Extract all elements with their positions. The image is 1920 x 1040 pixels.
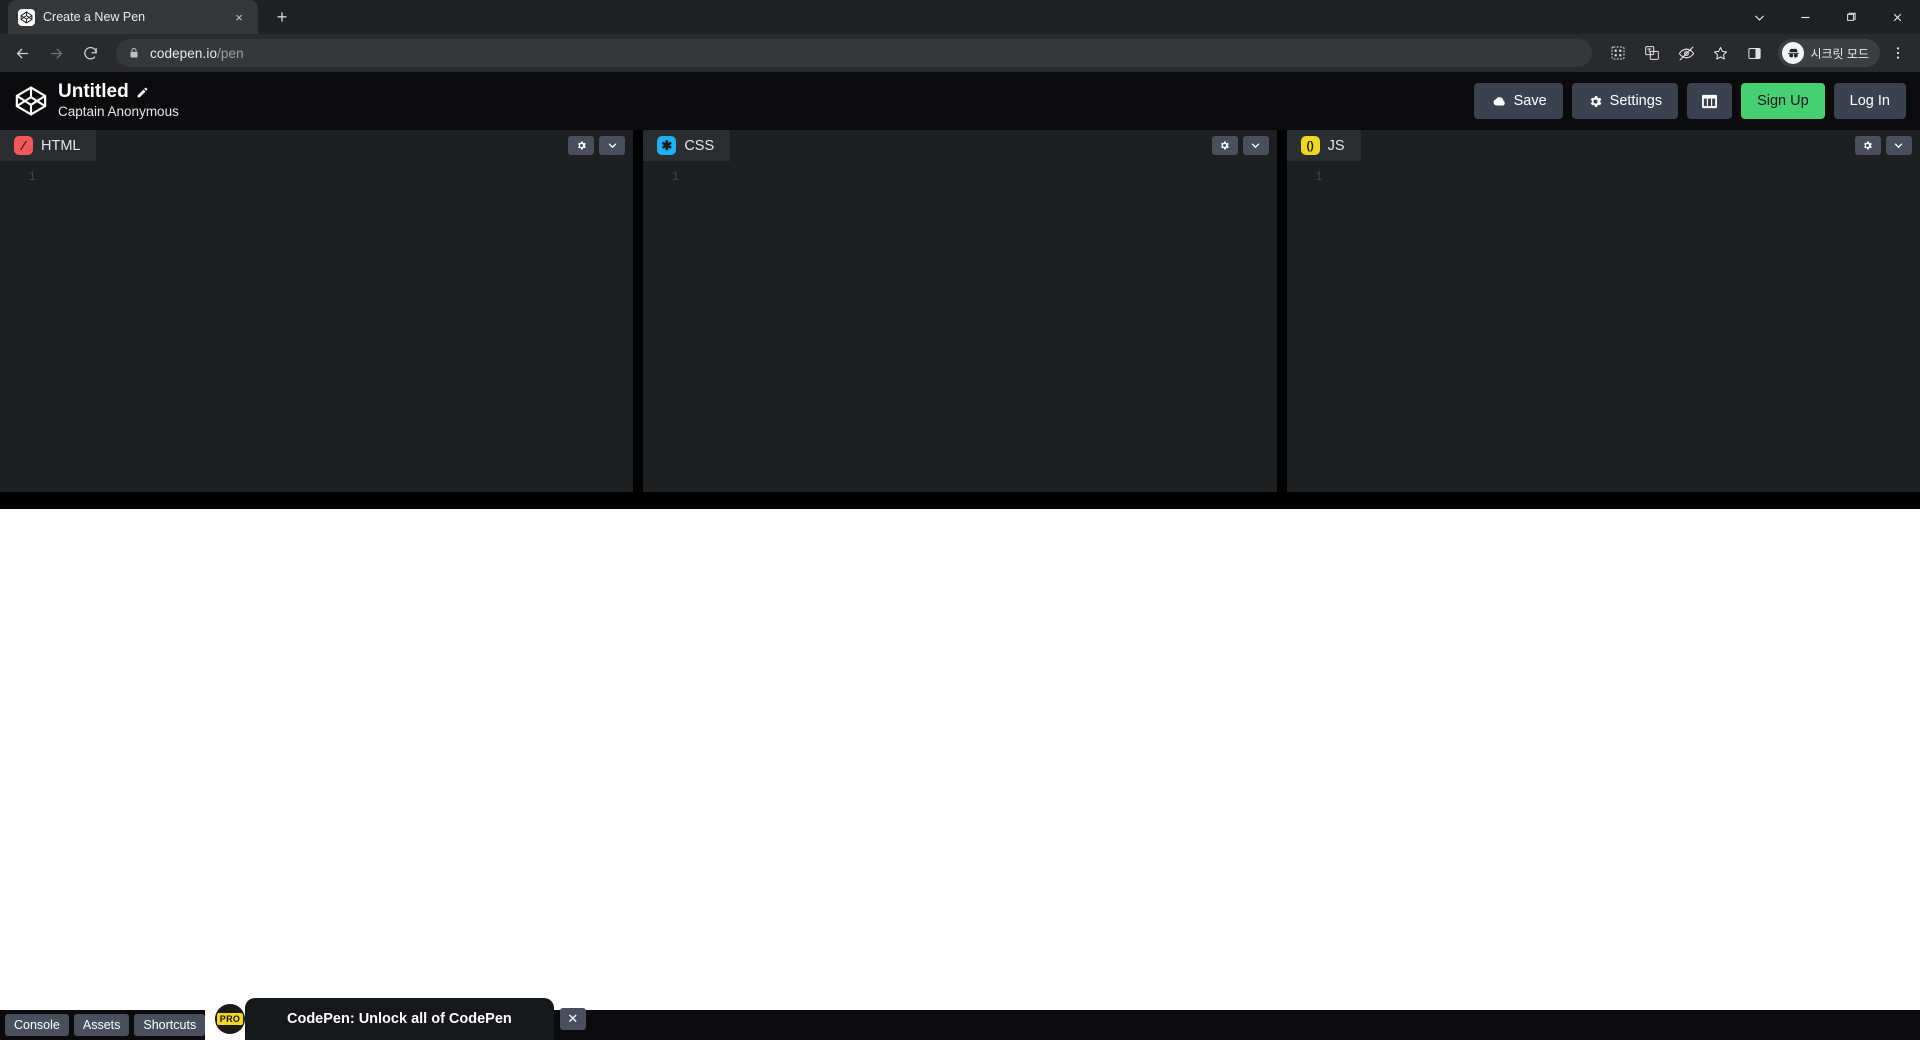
pen-meta: Untitled Captain Anonymous bbox=[58, 81, 179, 120]
address-bar[interactable]: codepen.io/pen bbox=[116, 39, 1593, 67]
maximize-icon[interactable] bbox=[1828, 0, 1874, 34]
browser-navigation-bar: codepen.io/pen 시크릿 모드 bbox=[0, 34, 1920, 72]
console-button[interactable]: Console bbox=[5, 1014, 69, 1036]
editor-panes: ∕ HTML 1 ✱ CSS 1 () JS 1 bbox=[0, 130, 1920, 492]
css-icon: ✱ bbox=[657, 136, 677, 155]
browser-tab-title: Create a New Pen bbox=[43, 10, 146, 24]
layout-button[interactable] bbox=[1687, 83, 1733, 119]
js-code-area[interactable]: 1 bbox=[1286, 161, 1920, 492]
save-button-label: Save bbox=[1513, 93, 1547, 109]
css-code-area[interactable]: 1 bbox=[643, 161, 1277, 492]
chevron-down-icon[interactable] bbox=[599, 136, 626, 155]
reload-icon[interactable] bbox=[74, 37, 106, 69]
editor-preview-divider[interactable] bbox=[0, 492, 1920, 509]
js-pane-tools bbox=[1854, 136, 1920, 155]
js-line-number: 1 bbox=[1314, 169, 1323, 184]
pane-resize-handle[interactable] bbox=[633, 130, 644, 492]
minimize-icon[interactable] bbox=[1782, 0, 1828, 34]
tab-html[interactable]: ∕ HTML bbox=[0, 130, 97, 161]
browser-tab-strip: Create a New Pen × + bbox=[0, 0, 1920, 34]
codepen-logo-icon[interactable] bbox=[14, 84, 48, 118]
js-editor-pane: () JS 1 bbox=[1286, 130, 1920, 492]
pen-header: Untitled Captain Anonymous Save Settings… bbox=[0, 72, 1920, 130]
translate-icon[interactable] bbox=[1636, 37, 1668, 69]
incognito-icon bbox=[1782, 42, 1805, 64]
qr-code-icon[interactable] bbox=[1602, 37, 1634, 69]
tab-close-icon[interactable]: × bbox=[230, 8, 248, 26]
css-editor-pane: ✱ CSS 1 bbox=[643, 130, 1277, 492]
js-icon: () bbox=[1300, 136, 1320, 155]
css-pane-tools bbox=[1211, 136, 1277, 155]
address-bar-url: codepen.io/pen bbox=[150, 45, 244, 61]
gear-icon bbox=[1588, 94, 1603, 109]
html-line-number: 1 bbox=[28, 169, 36, 184]
assets-button[interactable]: Assets bbox=[73, 1014, 130, 1036]
pro-promo-toast: PRO CodePen: Unlock all of CodePen ✕ bbox=[205, 998, 586, 1040]
browser-toolbar-icons: 시크릿 모드 bbox=[1602, 37, 1914, 69]
preview-iframe[interactable] bbox=[0, 509, 1920, 1040]
js-pane-header: () JS bbox=[1286, 130, 1920, 161]
css-line-number: 1 bbox=[671, 169, 680, 184]
cloud-icon bbox=[1490, 95, 1507, 108]
toast-body[interactable]: CodePen: Unlock all of CodePen bbox=[245, 998, 554, 1040]
html-tab-label: HTML bbox=[41, 137, 81, 154]
incognito-label: 시크릿 모드 bbox=[1810, 46, 1869, 61]
chevron-down-icon[interactable] bbox=[1242, 136, 1269, 155]
three-dot-menu-icon[interactable] bbox=[1882, 37, 1914, 69]
incognito-mode-indicator[interactable]: 시크릿 모드 bbox=[1778, 39, 1880, 67]
pen-author: Captain Anonymous bbox=[58, 104, 179, 120]
layout-grid-icon bbox=[1701, 94, 1718, 109]
log-in-button[interactable]: Log In bbox=[1833, 83, 1906, 119]
codepen-app: Untitled Captain Anonymous Save Settings… bbox=[0, 72, 1920, 1040]
pane-resize-handle[interactable] bbox=[1276, 130, 1287, 492]
html-pane-tools bbox=[568, 136, 633, 155]
lock-icon bbox=[128, 47, 140, 59]
tab-css[interactable]: ✱ CSS bbox=[643, 130, 731, 161]
new-tab-button[interactable]: + bbox=[268, 3, 296, 31]
codepen-logo-icon bbox=[18, 8, 35, 26]
shortcuts-button[interactable]: Shortcuts bbox=[134, 1014, 206, 1036]
pro-badge-label: PRO bbox=[216, 1013, 244, 1025]
back-icon[interactable] bbox=[6, 37, 38, 69]
settings-button-label: Settings bbox=[1609, 93, 1663, 109]
chevron-down-icon[interactable] bbox=[1736, 0, 1782, 34]
css-tab-label: CSS bbox=[684, 137, 715, 154]
gear-icon[interactable] bbox=[1854, 136, 1881, 155]
html-pane-header: ∕ HTML bbox=[0, 130, 634, 161]
pencil-icon[interactable] bbox=[136, 86, 149, 99]
bookmark-star-icon[interactable] bbox=[1704, 37, 1736, 69]
settings-button[interactable]: Settings bbox=[1571, 83, 1679, 119]
save-button[interactable]: Save bbox=[1473, 83, 1563, 119]
pen-title-text: Untitled bbox=[58, 81, 129, 103]
pro-circle-icon: PRO bbox=[215, 1004, 245, 1034]
html-code-area[interactable]: 1 bbox=[0, 161, 634, 492]
html-icon: ∕ bbox=[14, 136, 33, 155]
sign-up-button[interactable]: Sign Up bbox=[1741, 83, 1825, 119]
gear-icon[interactable] bbox=[1211, 136, 1238, 155]
html-editor-pane: ∕ HTML 1 bbox=[0, 130, 634, 492]
tab-js[interactable]: () JS bbox=[1286, 130, 1361, 161]
gear-icon[interactable] bbox=[568, 136, 595, 155]
eye-off-icon[interactable] bbox=[1670, 37, 1702, 69]
forward-icon[interactable] bbox=[40, 37, 72, 69]
js-tab-label: JS bbox=[1327, 137, 1345, 154]
close-icon[interactable] bbox=[1874, 0, 1920, 34]
toast-message: CodePen: Unlock all of CodePen bbox=[287, 1011, 512, 1027]
browser-tab[interactable]: Create a New Pen × bbox=[8, 0, 258, 34]
page-title: Untitled bbox=[58, 81, 179, 103]
window-controls bbox=[1736, 0, 1920, 34]
pen-header-actions: Save Settings Sign Up Log In bbox=[1473, 83, 1906, 119]
css-pane-header: ✱ CSS bbox=[643, 130, 1277, 161]
toast-close-button[interactable]: ✕ bbox=[559, 1008, 586, 1030]
chevron-down-icon[interactable] bbox=[1885, 136, 1912, 155]
browser-window: Create a New Pen × + codepen.io/pen 시크릿 … bbox=[0, 0, 1920, 1040]
side-panel-icon[interactable] bbox=[1738, 37, 1770, 69]
